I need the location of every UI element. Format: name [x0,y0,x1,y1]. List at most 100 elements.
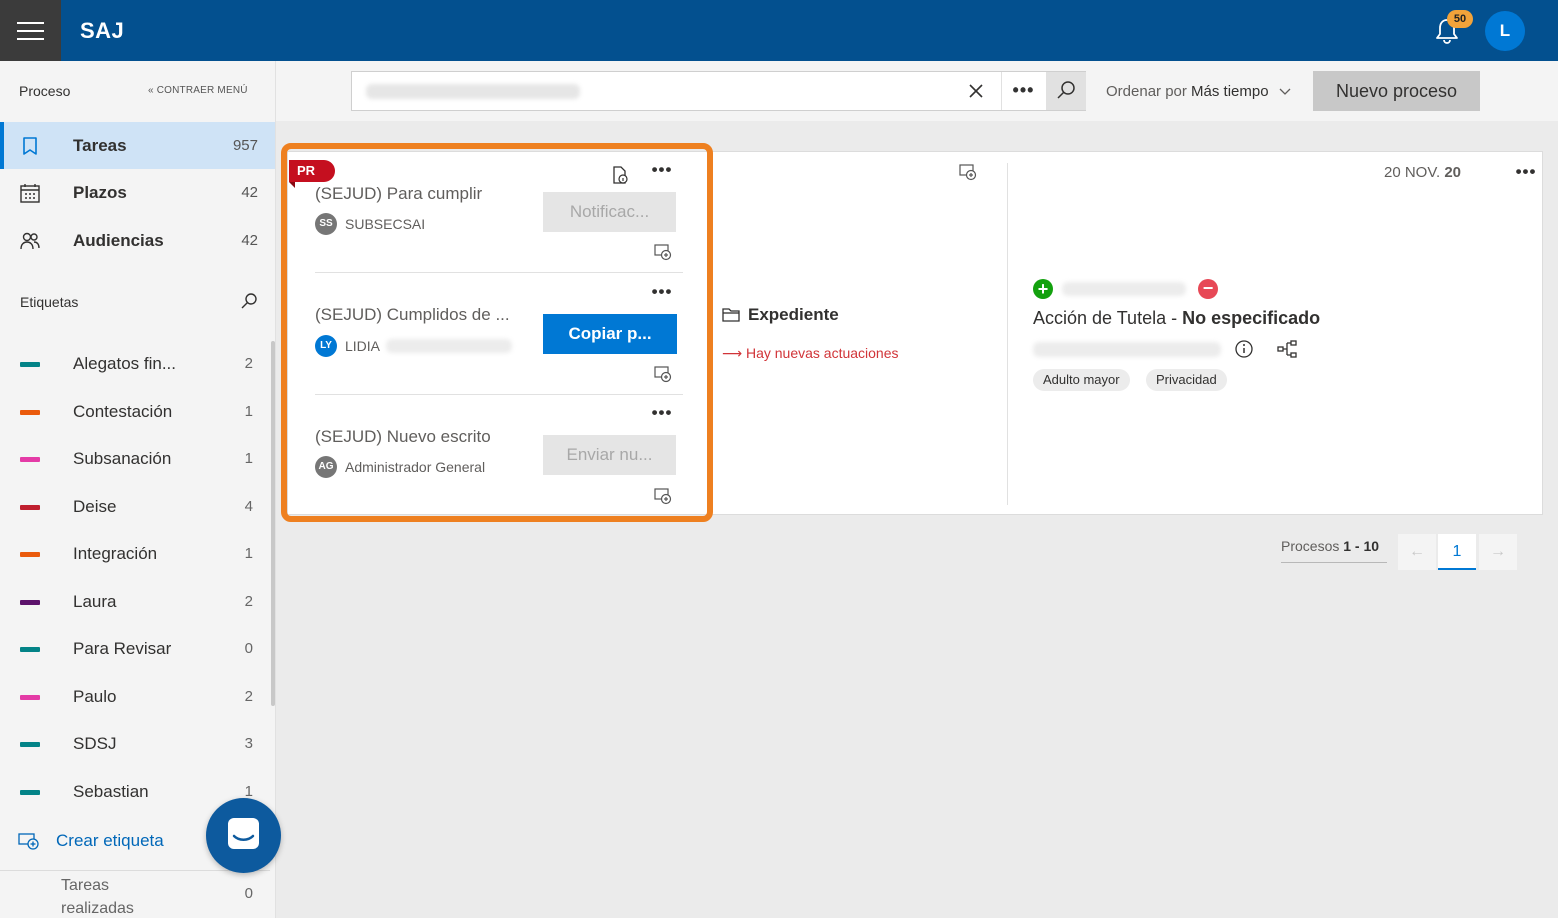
tag-label: Paulo [73,686,117,706]
column-separator [1007,163,1008,505]
sidebar-item-label: Tareas [73,135,127,155]
add-party-button[interactable]: + [1033,279,1053,299]
tag-count: 1 [244,402,253,420]
tag-label: SDSJ [73,734,117,753]
tag-count: 2 [244,592,253,610]
tag-label: Alegatos fin... [73,354,177,373]
tag-label: Contestación [73,401,173,421]
done-tasks-label: Tareas realizadas [61,877,134,917]
hamburger-line [17,37,44,40]
sidebar-item-plazos[interactable]: Plazos 42 [0,169,275,216]
tag-color-swatch [20,362,40,367]
search-icon [1057,81,1075,99]
prev-page-button[interactable]: ← [1398,534,1436,570]
next-page-button[interactable]: → [1479,534,1517,570]
sidebar-item-count: 42 [241,184,258,201]
add-comment-icon[interactable] [958,162,978,182]
notification-count-badge: 50 [1447,10,1473,28]
collapse-menu-button[interactable]: « CONTRAER MENÚ [148,85,248,96]
hamburger-line [17,29,44,32]
sidebar-item-label: Audiencias [73,230,164,250]
user-avatar[interactable]: L [1485,11,1525,51]
expediente-link[interactable]: Expediente [722,305,839,325]
tag-color-swatch [20,457,40,462]
tag-color-swatch [20,599,40,605]
tag-count: 1 [244,782,253,800]
current-page-button[interactable]: 1 [1438,534,1476,570]
close-icon[interactable] [965,80,987,102]
tag-color-swatch [20,789,40,795]
process-tag-chip[interactable]: Privacidad [1146,369,1227,391]
tag-item[interactable]: Paulo 2 [0,674,270,721]
process-date: 20 NOV. 20 [1384,164,1461,181]
calendar-icon [20,184,40,203]
chevron-down-icon [1279,88,1291,95]
search-options-button[interactable]: ••• [1001,72,1045,110]
tag-count: 2 [244,687,253,705]
tag-color-swatch [20,504,40,510]
date-year: 20 [1444,164,1462,181]
hierarchy-icon[interactable] [1277,339,1297,359]
process-tag-chip[interactable]: Adulto mayor [1033,369,1130,391]
tag-label: Para Revisar [73,639,172,658]
tag-count: 3 [244,735,253,752]
sort-dropdown[interactable]: Ordenar por Más tiempo [1106,83,1291,100]
chat-icon [228,818,259,849]
tag-color-swatch [20,409,40,415]
tag-item[interactable]: Integración 1 [0,531,270,578]
tag-item[interactable]: Contestación 1 [0,389,270,436]
search-icon[interactable] [240,292,258,310]
people-icon [20,232,40,250]
tag-item[interactable]: SDSJ 3 [0,721,270,768]
tags-section-title: Etiquetas [20,294,79,310]
date-day-month: 20 NOV. [1384,164,1441,181]
sidebar-item-label: Plazos [73,182,127,202]
chat-launcher-button[interactable] [206,798,281,873]
sidebar-item-audiencias[interactable]: Audiencias 42 [0,217,275,264]
tag-item[interactable]: Deise 4 [0,484,270,531]
tag-label: Deise [73,496,117,516]
sidebar-item-done-tasks[interactable]: Tareas realizadas 0 [0,870,270,918]
process-more-button[interactable]: ••• [1514,163,1538,182]
redacted-party-name [1062,282,1186,296]
app-brand[interactable]: SAJ [80,18,124,44]
bookmark-icon [23,137,37,155]
done-tasks-count: 0 [244,885,253,902]
folder-icon [722,308,740,322]
search-button[interactable] [1046,72,1086,110]
sidebar-item-tareas[interactable]: Tareas 957 [0,122,275,169]
pagination-label: Procesos 1 - 10 [1281,538,1387,563]
tag-color-swatch [20,552,40,557]
create-tag-link[interactable]: Crear etiqueta [18,829,164,853]
action-type-value: No especificado [1182,308,1321,328]
tag-label: Sebastian [73,781,149,801]
new-actions-link[interactable]: ⟶ Hay nuevas actuaciones [722,345,899,362]
top-bar [0,0,1558,61]
process-action-type: Acción de Tutela - No especificado [1033,308,1320,329]
tag-item[interactable]: Para Revisar 0 [0,626,270,673]
tag-count: 1 [244,545,253,562]
remove-party-button[interactable]: − [1198,279,1218,299]
tag-count: 2 [244,355,253,372]
new-process-button[interactable]: Nuevo proceso [1313,71,1480,111]
action-type-label: Acción de Tutela - [1033,308,1178,328]
tag-count: 0 [244,640,253,657]
sidebar-section-title: Proceso [19,83,71,99]
tag-item[interactable]: Alegatos fin... 2 [0,341,270,388]
tag-label: Laura [73,591,117,611]
tag-color-swatch [20,742,40,747]
hamburger-menu-button[interactable] [0,0,61,61]
sidebar-item-count: 42 [241,232,258,249]
sidebar-item-count: 957 [232,137,258,154]
tag-item[interactable]: Laura 2 [0,579,270,626]
tag-count: 1 [244,450,253,467]
tag-label: Subsanación [73,449,172,468]
tag-item[interactable]: Subsanación 1 [0,436,270,483]
tag-color-swatch [20,647,40,652]
pagination-prefix: Procesos [1281,538,1340,554]
info-icon[interactable] [1234,339,1254,359]
tasks-highlight-frame [281,143,713,522]
create-tag-label: Crear etiqueta [56,831,164,850]
sidebar-scrollbar[interactable] [271,341,275,706]
sort-prefix: Ordenar por [1106,83,1187,100]
